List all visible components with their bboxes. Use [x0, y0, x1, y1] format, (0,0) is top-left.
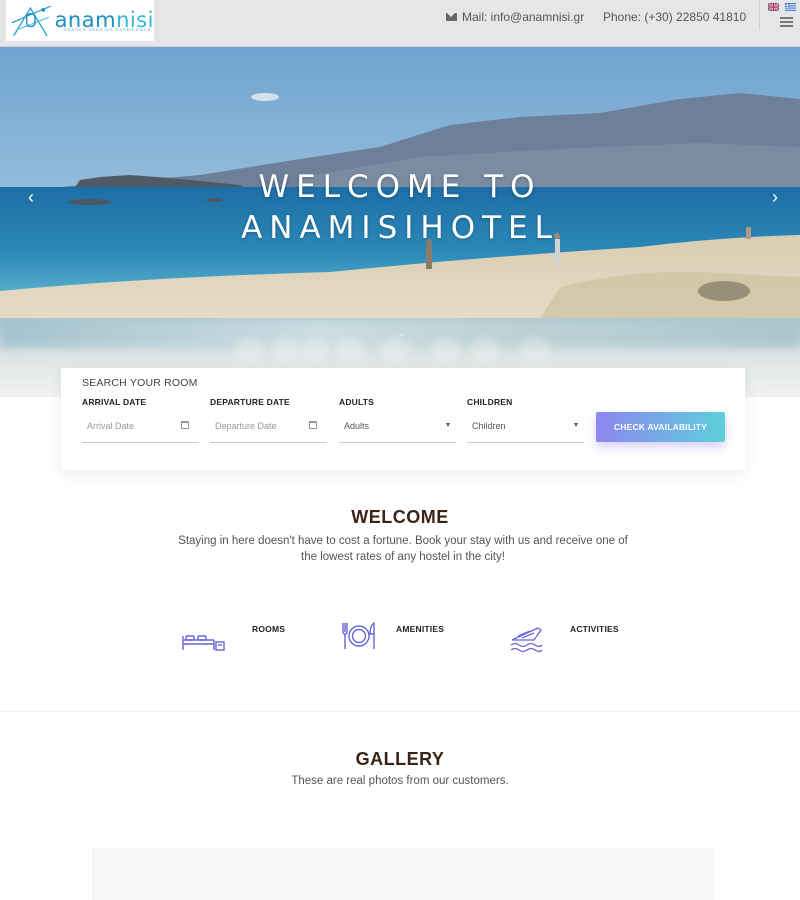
- mail-icon: [446, 13, 457, 21]
- feature-rooms-label: ROOMS: [252, 624, 286, 634]
- arrival-date-field: ARRIVAL DATE Arrival Date: [82, 397, 199, 443]
- dropdown-caret-icon: [446, 423, 450, 427]
- departure-date-label: DEPARTURE DATE: [210, 397, 290, 407]
- hero-title: WELCOME TO ANAMISIHOTEL: [0, 167, 800, 249]
- calendar-icon: [181, 421, 189, 429]
- departure-date-field: DEPARTURE DATE Departure Date: [210, 397, 327, 443]
- bed-icon: [182, 635, 225, 651]
- check-availability-button[interactable]: CHECK AVAILABILITY: [596, 412, 725, 442]
- feature-activities-label: ACTIVITIES: [570, 624, 619, 634]
- welcome-title: WELCOME: [351, 507, 449, 527]
- adults-field: ADULTS Adults: [339, 397, 456, 443]
- chevron-left-icon[interactable]: ‹: [19, 185, 43, 209]
- hero-title-line2: ANAMISIHOTEL: [241, 210, 559, 246]
- children-field: CHILDREN Children: [467, 397, 584, 443]
- plate-cutlery-icon: [342, 621, 375, 649]
- phone-contact[interactable]: Phone: (+30) 22850 41810: [603, 10, 746, 24]
- adults-select[interactable]: Adults: [339, 415, 456, 443]
- welcome-text: Staying in here doesn't have to cost a f…: [178, 535, 628, 563]
- section-divider: [0, 711, 800, 712]
- hero-title-line1: WELCOME TO: [258, 169, 542, 205]
- header-divider: [759, 0, 760, 30]
- en-flag-icon[interactable]: [768, 3, 779, 11]
- feature-amenities-label: AMENITIES: [396, 624, 445, 634]
- gr-flag-icon[interactable]: [785, 3, 796, 11]
- hamburger-menu-icon[interactable]: [780, 17, 793, 27]
- dropdown-caret-icon: [574, 423, 578, 427]
- logo-tagline: SHADES SENSING EXPERIENCE: [64, 27, 152, 32]
- logo-mark-icon: [11, 5, 51, 36]
- boat-icon: [510, 627, 543, 653]
- gallery-container: [92, 848, 714, 900]
- arrival-date-label: ARRIVAL DATE: [82, 397, 147, 407]
- top-header: anamnisi SHADES SENSING EXPERIENCE Mail:…: [0, 0, 800, 47]
- calendar-icon: [309, 421, 317, 429]
- logo[interactable]: anamnisi SHADES SENSING EXPERIENCE: [6, 0, 154, 41]
- adults-label: ADULTS: [339, 397, 375, 407]
- children-label: CHILDREN: [467, 397, 513, 407]
- departure-date-input[interactable]: Departure Date: [210, 415, 327, 443]
- chevron-right-icon[interactable]: ›: [763, 185, 787, 209]
- gallery-title: GALLERY: [355, 749, 445, 769]
- children-select[interactable]: Children: [467, 415, 584, 443]
- mail-text: Mail: info@anamnisi.gr: [462, 10, 585, 24]
- hero-slider: WELCOME TO ANAMISIHOTEL ‹ ›: [0, 47, 800, 318]
- room-search-form: SEARCH YOUR ROOM ARRIVAL DATE Arrival Da…: [61, 368, 745, 470]
- gallery-text: These are real photos from our customers…: [291, 775, 509, 787]
- search-title: SEARCH YOUR ROOM: [82, 377, 198, 389]
- arrival-date-input[interactable]: Arrival Date: [82, 415, 199, 443]
- scroll-down-icon[interactable]: ⌄: [397, 326, 406, 339]
- mail-contact[interactable]: Mail: info@anamnisi.gr: [446, 10, 584, 24]
